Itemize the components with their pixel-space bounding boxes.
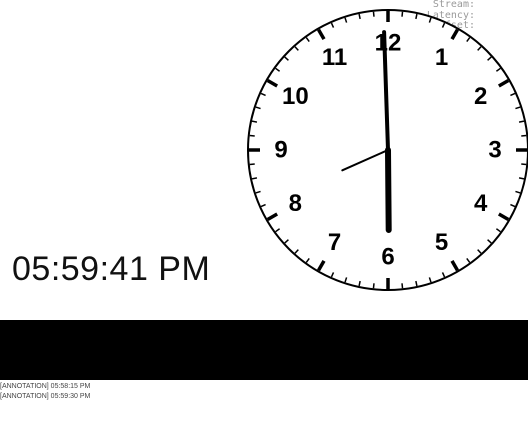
minute-tick xyxy=(249,134,255,137)
clock-numeral: 6 xyxy=(381,244,394,271)
minute-tick xyxy=(521,134,527,137)
digital-time: 05:59:41 PM xyxy=(12,250,211,288)
annotation-log: [ANNOTATION] 05:58:15 PM [ANNOTATION] 05… xyxy=(0,382,90,402)
clock-numeral: 3 xyxy=(488,137,501,164)
clock-numeral: 5 xyxy=(435,229,448,256)
minute-tick xyxy=(251,177,258,180)
minute-tick xyxy=(401,11,404,17)
minute-tick xyxy=(358,13,361,20)
minute-tick xyxy=(415,13,418,20)
video-band xyxy=(0,320,528,380)
clock-numeral: 2 xyxy=(474,83,487,110)
clock-numeral: 11 xyxy=(322,44,347,71)
hour-hand xyxy=(385,147,392,233)
clock-numeral: 10 xyxy=(282,83,309,110)
minute-tick xyxy=(249,163,255,166)
clock-numeral: 9 xyxy=(274,137,287,164)
minute-tick xyxy=(251,120,258,123)
annotation-entry: [ANNOTATION] 05:58:15 PM xyxy=(0,383,91,390)
minute-tick xyxy=(518,177,525,180)
minute-tick xyxy=(372,283,375,289)
clock-numeral: 8 xyxy=(289,190,302,217)
minute-tick xyxy=(415,280,418,287)
clock-numeral: 7 xyxy=(328,229,341,256)
annotation-entry: [ANNOTATION] 05:59:30 PM xyxy=(0,393,91,400)
clock-numeral: 1 xyxy=(435,44,448,71)
minute-tick xyxy=(358,280,361,287)
minute-tick xyxy=(521,163,527,166)
clock-numeral: 4 xyxy=(474,190,488,217)
minute-tick xyxy=(401,283,404,289)
minute-tick xyxy=(372,11,375,17)
minute-tick xyxy=(518,120,525,123)
clock-numeral: 12 xyxy=(375,30,402,57)
